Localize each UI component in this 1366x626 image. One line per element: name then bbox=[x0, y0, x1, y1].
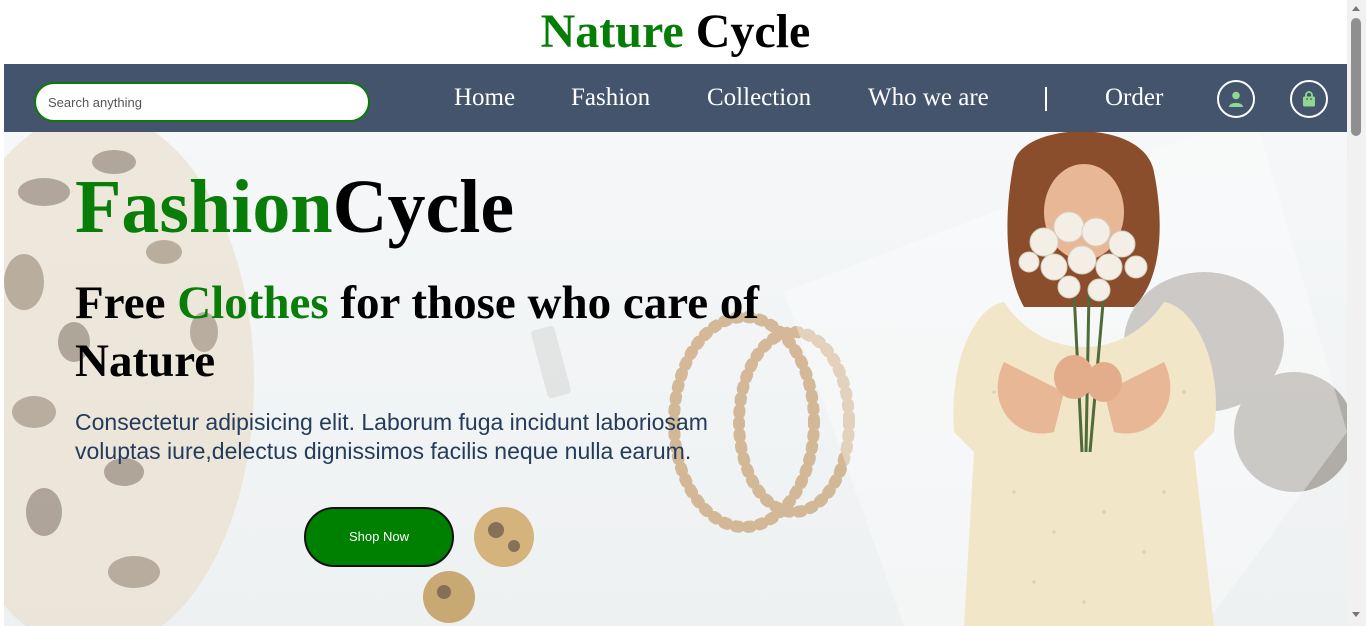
cart-button[interactable] bbox=[1290, 80, 1328, 118]
nav-link-home[interactable]: Home bbox=[454, 82, 515, 114]
vertical-scrollbar[interactable] bbox=[1347, 0, 1366, 626]
page: Nature Cycle Home Fashion Collection Who… bbox=[4, 0, 1347, 626]
nav-divider bbox=[1045, 87, 1047, 111]
logo-word-green: Nature bbox=[540, 5, 684, 58]
shopping-bag-icon bbox=[1303, 91, 1315, 107]
hero-subtitle: Free Clothes for those who care of Natur… bbox=[75, 274, 795, 390]
account-button[interactable] bbox=[1217, 80, 1255, 118]
nav-link-fashion[interactable]: Fashion bbox=[571, 82, 650, 114]
hero-description: Consectetur adipisicing elit. Laborum fu… bbox=[75, 409, 708, 464]
hero-subtitle-pre: Free bbox=[75, 277, 178, 329]
nav-link-who-we-are[interactable]: Who we are bbox=[868, 82, 989, 114]
hero-title-green: Fashion bbox=[75, 165, 333, 249]
hero-subtitle-highlight: Clothes bbox=[177, 277, 329, 329]
user-icon bbox=[1229, 91, 1243, 107]
search-input[interactable] bbox=[34, 82, 370, 122]
scroll-up-arrow-icon[interactable] bbox=[1352, 6, 1360, 11]
nav-bar: Home Fashion Collection Who we are Order bbox=[4, 64, 1347, 132]
nav-link-order[interactable]: Order bbox=[1105, 82, 1163, 114]
hero-model-image bbox=[953, 132, 1216, 626]
site-logo[interactable]: Nature Cycle bbox=[4, 0, 1347, 64]
nav-link-collection[interactable]: Collection bbox=[707, 82, 811, 114]
scrollbar-thumb[interactable] bbox=[1351, 18, 1361, 136]
scroll-down-arrow-icon[interactable] bbox=[1352, 612, 1360, 617]
logo-word-black: Cycle bbox=[695, 5, 811, 58]
shop-now-button[interactable]: Shop Now bbox=[304, 507, 454, 567]
hero-title-black: Cycle bbox=[332, 165, 515, 249]
hero-title: FashionCycle bbox=[75, 162, 514, 252]
hero-section: FashionCycle Free Clothes for those who … bbox=[4, 132, 1347, 626]
